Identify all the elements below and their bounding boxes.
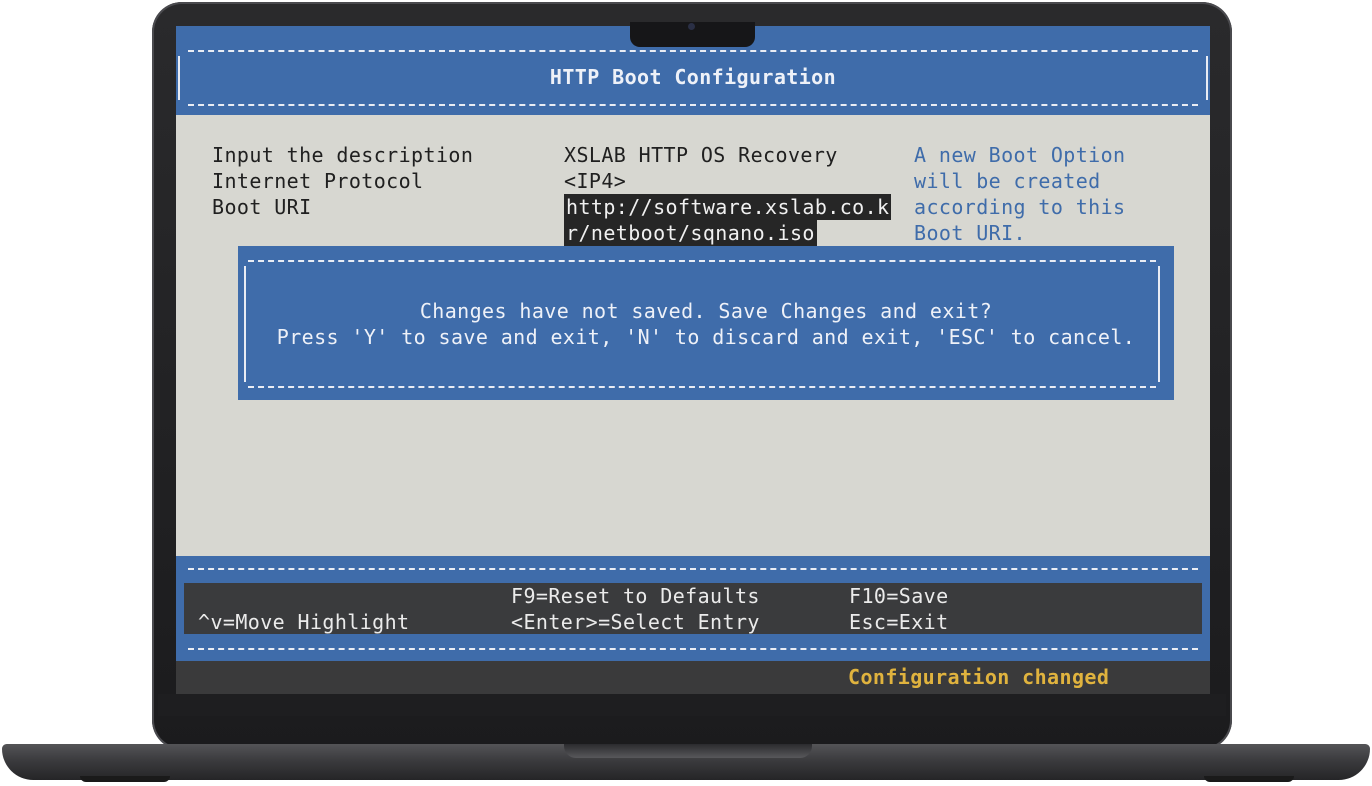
help-text-line: according to this — [914, 195, 1126, 219]
dialog-message: Changes have not saved. Save Changes and… — [419, 299, 993, 323]
laptop-foot-left — [80, 776, 170, 782]
footer-border-bottom — [188, 648, 1198, 650]
protocol-label: Internet Protocol — [212, 169, 424, 193]
laptop-opening-notch — [564, 744, 812, 758]
protocol-select[interactable]: <IP4> — [564, 168, 626, 194]
key-help-panel: F9=Reset to Defaults F10=Save ^v=Move Hi… — [184, 583, 1202, 634]
camera-notch — [630, 22, 755, 47]
footer-border-top — [188, 568, 1198, 570]
status-message: Configuration changed — [848, 665, 1110, 689]
key-help-footer: F9=Reset to Defaults F10=Save ^v=Move Hi… — [176, 556, 1210, 661]
dialog-instructions: Press 'Y' to save and exit, 'N' to disca… — [276, 325, 1136, 349]
header-border-top — [188, 50, 1198, 52]
status-bar: Configuration changed — [176, 661, 1210, 694]
page-title: HTTP Boot Configuration — [549, 65, 837, 89]
screen-bezel-bottom — [158, 694, 1226, 716]
laptop-base — [2, 744, 1370, 780]
exit-key[interactable]: Esc=Exit — [849, 609, 949, 635]
bios-screen: HTTP Boot Configuration Input the descri… — [176, 26, 1210, 694]
reset-defaults-key[interactable]: F9=Reset to Defaults — [511, 583, 760, 609]
boot-uri-field-continued[interactable]: r/netboot/sqnano.iso — [564, 220, 817, 246]
dialog-border-top — [248, 260, 1156, 262]
save-changes-dialog: Changes have not saved. Save Changes and… — [238, 246, 1174, 400]
description-label: Input the description — [212, 143, 474, 167]
camera-icon — [688, 23, 695, 30]
laptop-foot-right — [1204, 776, 1294, 782]
laptop-frame: HTTP Boot Configuration Input the descri… — [0, 0, 1372, 786]
boot-uri-field[interactable]: http://software.xslab.co.k — [564, 194, 892, 220]
help-text-line: Boot URI. — [914, 221, 1026, 245]
help-text-line: will be created — [914, 169, 1101, 193]
header-border-bottom — [188, 104, 1198, 106]
help-text-line: A new Boot Option — [914, 143, 1126, 167]
save-key[interactable]: F10=Save — [849, 583, 949, 609]
description-field[interactable]: XSLAB HTTP OS Recovery — [564, 142, 838, 168]
dialog-border-bottom — [248, 386, 1156, 388]
move-highlight-key: ^v=Move Highlight — [198, 610, 410, 634]
boot-uri-label: Boot URI — [212, 195, 312, 219]
select-entry-key[interactable]: <Enter>=Select Entry — [511, 609, 760, 635]
